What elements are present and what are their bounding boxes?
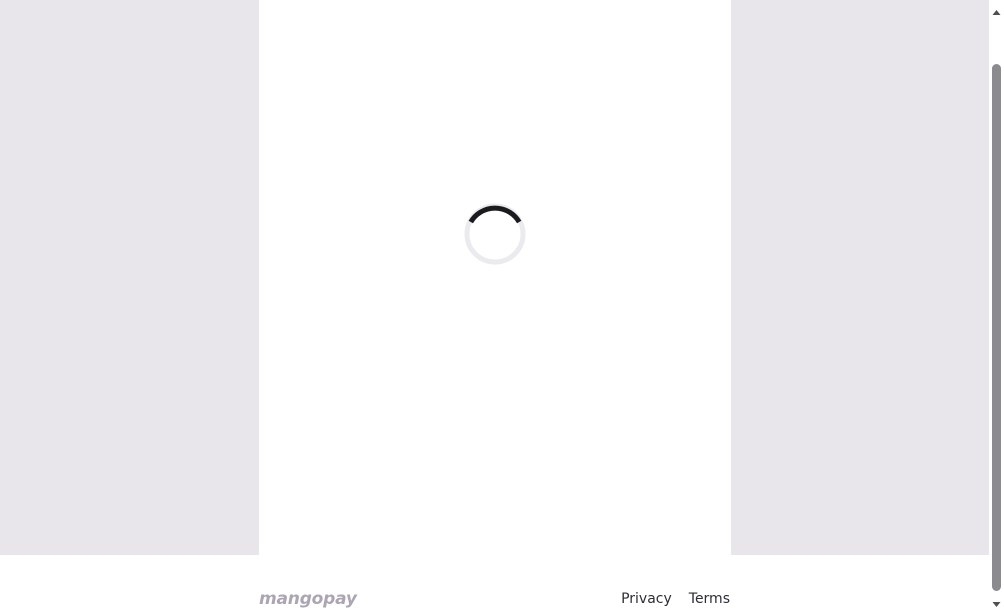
- vertical-scrollbar[interactable]: [989, 0, 1004, 609]
- footer-links: Privacy Terms: [621, 590, 730, 608]
- checkout-panel: [259, 0, 731, 555]
- scroll-up-arrow-icon[interactable]: [992, 2, 1001, 15]
- page-viewport: mangopay Privacy Terms: [0, 0, 989, 609]
- scrollbar-thumb[interactable]: [992, 64, 1001, 591]
- footer: mangopay Privacy Terms: [0, 555, 989, 609]
- scroll-down-arrow-icon[interactable]: [992, 594, 1001, 607]
- terms-link[interactable]: Terms: [689, 590, 730, 608]
- mangopay-logo[interactable]: mangopay: [259, 588, 357, 609]
- loading-spinner-icon: [464, 203, 526, 265]
- privacy-link[interactable]: Privacy: [621, 590, 672, 608]
